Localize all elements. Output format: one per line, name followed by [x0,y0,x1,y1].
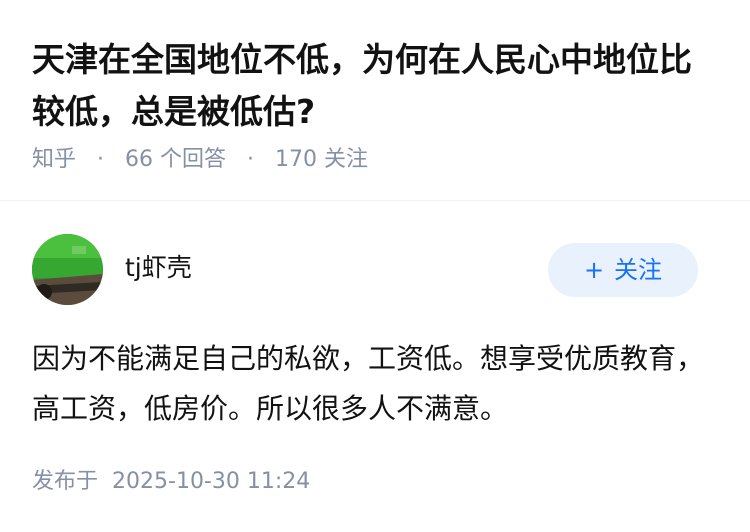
follower-count: 170 关注 [275,147,369,172]
question-meta: 知乎 · 66 个回答 · 170 关注 [32,144,368,176]
author-name[interactable]: tj虾壳 [125,251,192,285]
meta-separator: · [247,147,255,172]
follow-button[interactable]: + 关注 [548,243,698,297]
plus-icon: + [583,256,605,284]
answer-content[interactable]: 因为不能满足自己的私欲，工资低。想享受优质教育，高工资，低房价。所以很多人不满意… [32,334,722,434]
question-header: 天津在全国地位不低，为何在人民心中地位比较低，总是被低估? 知乎 · 66 个回… [0,0,750,200]
source-label[interactable]: 知乎 [32,147,76,172]
published-label: 发布于 [32,469,99,494]
follow-button-label: 关注 [614,256,663,284]
answer-count[interactable]: 66 个回答 [125,147,226,172]
meta-separator: · [97,147,105,172]
avatar-image [32,234,103,305]
published-time: 2025-10-30 11:24 [112,469,311,494]
avatar[interactable] [32,234,103,305]
question-title[interactable]: 天津在全国地位不低，为何在人民心中地位比较低，总是被低估? [32,34,722,138]
publish-info: 发布于 2025-10-30 11:24 [32,466,310,498]
